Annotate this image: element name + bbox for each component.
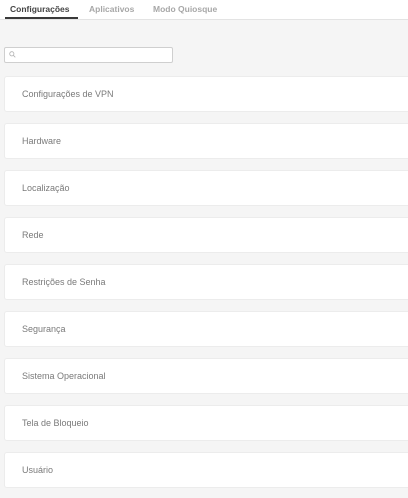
category-label: Configurações de VPN	[22, 89, 114, 99]
category-item-sistema-operacional[interactable]: Sistema Operacional	[4, 358, 408, 394]
category-label: Usuário	[22, 465, 54, 475]
category-item-localizacao[interactable]: Localização	[4, 170, 408, 206]
search-input[interactable]	[19, 48, 169, 62]
search-icon	[9, 51, 16, 58]
category-item-usuario[interactable]: Usuário	[4, 452, 408, 488]
category-label: Hardware	[22, 136, 62, 146]
category-label: Segurança	[22, 324, 66, 334]
tab-bar: Configurações Aplicativos Modo Quiosque	[0, 0, 408, 20]
active-tab-indicator	[5, 17, 78, 19]
category-label: Sistema Operacional	[22, 371, 106, 381]
category-item-restricoes-senha[interactable]: Restrições de Senha	[4, 264, 408, 300]
category-item-seguranca[interactable]: Segurança	[4, 311, 408, 347]
search-box[interactable]	[4, 47, 173, 63]
category-label: Restrições de Senha	[22, 277, 106, 287]
category-item-rede[interactable]: Rede	[4, 217, 408, 253]
category-item-tela-bloqueio[interactable]: Tela de Bloqueio	[4, 405, 408, 441]
tab-configuracoes[interactable]: Configurações	[10, 4, 70, 14]
category-label: Localização	[22, 183, 70, 193]
category-label: Tela de Bloqueio	[22, 418, 89, 428]
category-item-hardware[interactable]: Hardware	[4, 123, 408, 159]
category-label: Rede	[22, 230, 44, 240]
tab-aplicativos[interactable]: Aplicativos	[89, 4, 134, 14]
tab-modo-quiosque[interactable]: Modo Quiosque	[153, 4, 217, 14]
category-item-vpn[interactable]: Configurações de VPN	[4, 76, 408, 112]
